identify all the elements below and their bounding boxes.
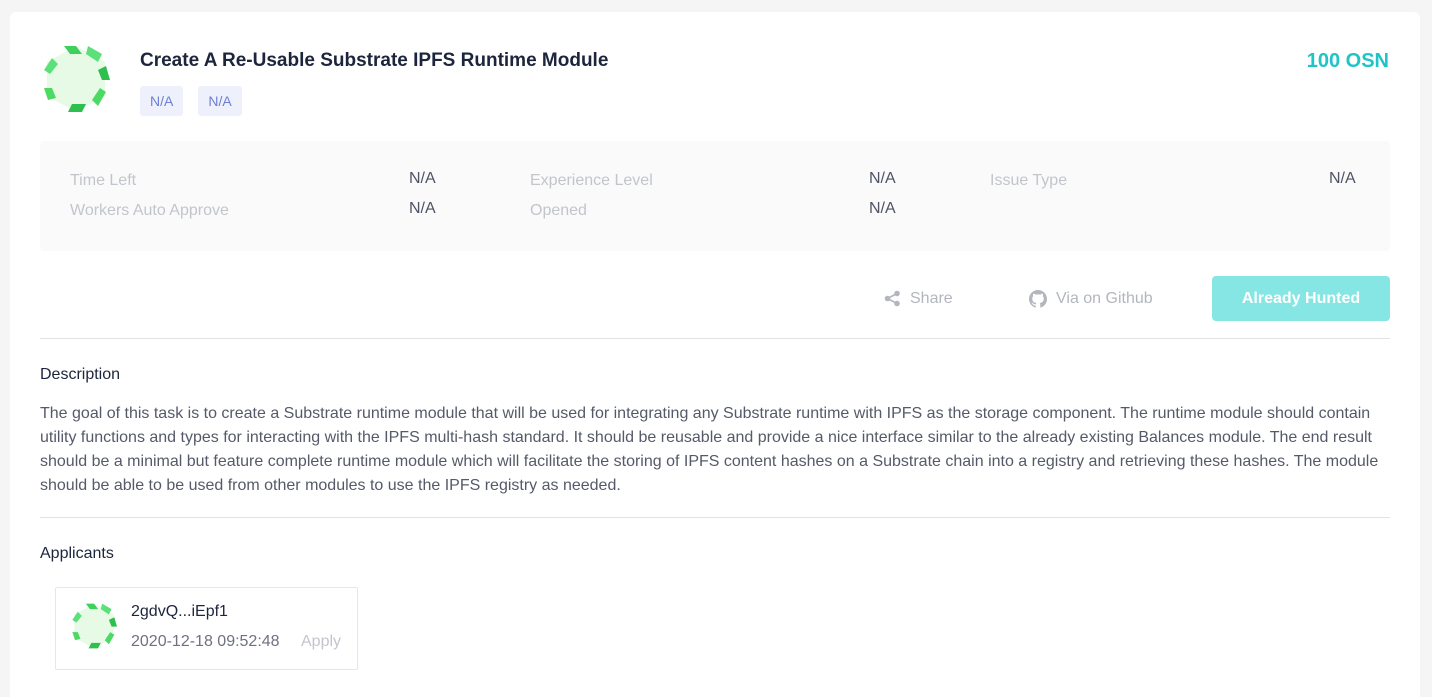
opened-label: Opened: [530, 202, 587, 219]
share-button[interactable]: Share: [884, 276, 953, 321]
opened-value: N/A: [869, 200, 896, 217]
task-title: Create A Re-Usable Substrate IPFS Runtim…: [140, 50, 609, 71]
divider: [40, 517, 1390, 518]
info-panel: Time Left N/A Experience Level N/A Issue…: [40, 141, 1390, 251]
applicant-date: 2020-12-18 09:52:48: [131, 633, 280, 650]
already-hunted-button[interactable]: Already Hunted: [1212, 276, 1390, 321]
experience-level-label: Experience Level: [530, 172, 653, 189]
description-text: The goal of this task is to create a Sub…: [40, 405, 1379, 494]
github-label: Via on Github: [1056, 290, 1153, 307]
description-heading: Description: [40, 366, 121, 383]
issue-type-label: Issue Type: [990, 172, 1068, 189]
issue-type-value: N/A: [1329, 170, 1356, 187]
tag: N/A: [198, 86, 242, 116]
applicant-card: 2gdvQ...iEpf1 2020-12-18 09:52:48 Apply: [55, 587, 358, 670]
time-left-value: N/A: [409, 170, 436, 187]
applicant-status: Apply: [301, 633, 342, 650]
divider: [40, 338, 1390, 339]
applicant-address[interactable]: 2gdvQ...iEpf1: [131, 603, 228, 621]
share-icon: [884, 290, 900, 307]
avatar: [72, 603, 117, 649]
workers-auto-approve-label: Workers Auto Approve: [70, 202, 229, 219]
applicants-heading: Applicants: [40, 545, 114, 562]
hexagon-logo-icon: [44, 46, 110, 112]
share-label: Share: [910, 290, 953, 307]
workers-auto-approve-value: N/A: [409, 200, 436, 217]
github-icon: [1029, 289, 1047, 308]
tag-list: N/A N/A: [140, 86, 242, 116]
tag: N/A: [140, 86, 184, 116]
github-link[interactable]: Via on Github: [1029, 276, 1153, 321]
time-left-label: Time Left: [70, 172, 137, 189]
experience-level-value: N/A: [869, 170, 896, 187]
reward-amount: 100 OSN: [1306, 50, 1389, 72]
